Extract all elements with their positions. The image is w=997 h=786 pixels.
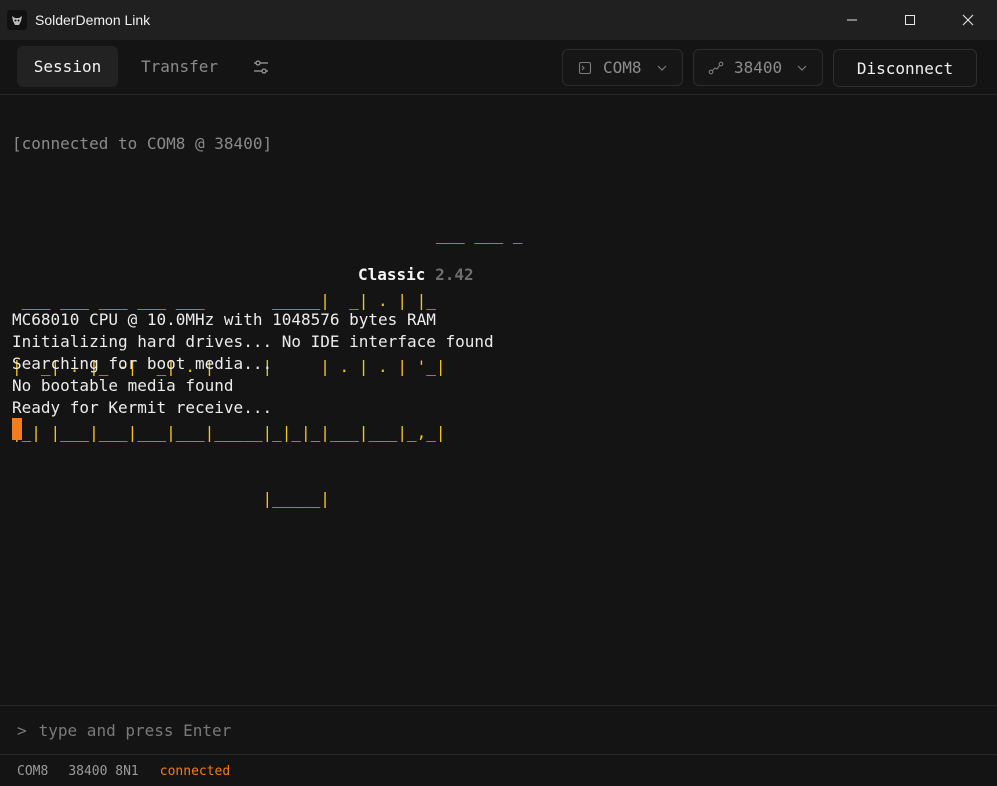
app-logo-icon — [7, 10, 27, 30]
baud-value: 38400 — [734, 58, 783, 77]
command-bar: > — [0, 705, 997, 755]
status-bar: COM8 38400 8N1 connected — [0, 756, 997, 786]
boot-line: MC68010 CPU @ 10.0MHz with 1048576 bytes… — [12, 310, 436, 329]
settings-button[interactable] — [248, 54, 274, 80]
tab-session[interactable]: Session — [17, 46, 118, 87]
minimize-icon — [847, 19, 857, 21]
port-icon — [577, 60, 593, 76]
boot-line: Initializing hard drives... No IDE inter… — [12, 332, 494, 351]
prompt-symbol: > — [17, 720, 27, 740]
sliders-icon — [254, 60, 268, 74]
terminal-cursor — [12, 418, 22, 440]
status-port: COM8 — [17, 763, 49, 779]
boot-line: No bootable media found — [12, 376, 234, 395]
maximize-icon — [905, 15, 915, 25]
chevron-down-icon — [657, 65, 667, 71]
edition-name: Classic — [358, 265, 426, 284]
baud-icon — [708, 60, 724, 76]
tab-transfer[interactable]: Transfer — [127, 46, 232, 87]
close-button[interactable] — [939, 0, 997, 40]
maximize-button[interactable] — [881, 0, 939, 40]
window-title: SolderDemon Link — [35, 12, 151, 28]
title-bar: SolderDemon Link — [0, 0, 997, 40]
boot-line: Searching for boot media... — [12, 354, 273, 373]
connection-message: [connected to COM8 @ 38400] — [12, 134, 273, 153]
baud-select[interactable]: 38400 — [693, 49, 823, 86]
port-select[interactable]: COM8 — [562, 49, 683, 86]
version-number: 2.42 — [435, 265, 474, 284]
minimize-button[interactable] — [823, 0, 881, 40]
edition-label: Classic 2.42 — [358, 264, 474, 286]
close-icon — [962, 14, 974, 26]
logo-line: |_____| — [12, 489, 330, 508]
status-config: 38400 8N1 — [68, 763, 139, 779]
connection-status: connected — [159, 763, 231, 779]
logo-line: |_| |___|___|___|___|_____|_|_|_|___|___… — [12, 423, 446, 442]
chevron-down-icon — [797, 65, 807, 71]
toolbar: Session Transfer COM8 38400 Disconnect — [0, 40, 997, 95]
disconnect-button[interactable]: Disconnect — [833, 49, 977, 87]
command-input[interactable] — [38, 720, 939, 740]
port-value: COM8 — [603, 58, 642, 77]
boot-line: Ready for Kermit receive... — [12, 398, 273, 417]
logo-line: ___ ___ _ — [12, 225, 523, 244]
terminal-output[interactable]: [connected to COM8 @ 38400] ___ ___ _ __… — [0, 96, 997, 705]
